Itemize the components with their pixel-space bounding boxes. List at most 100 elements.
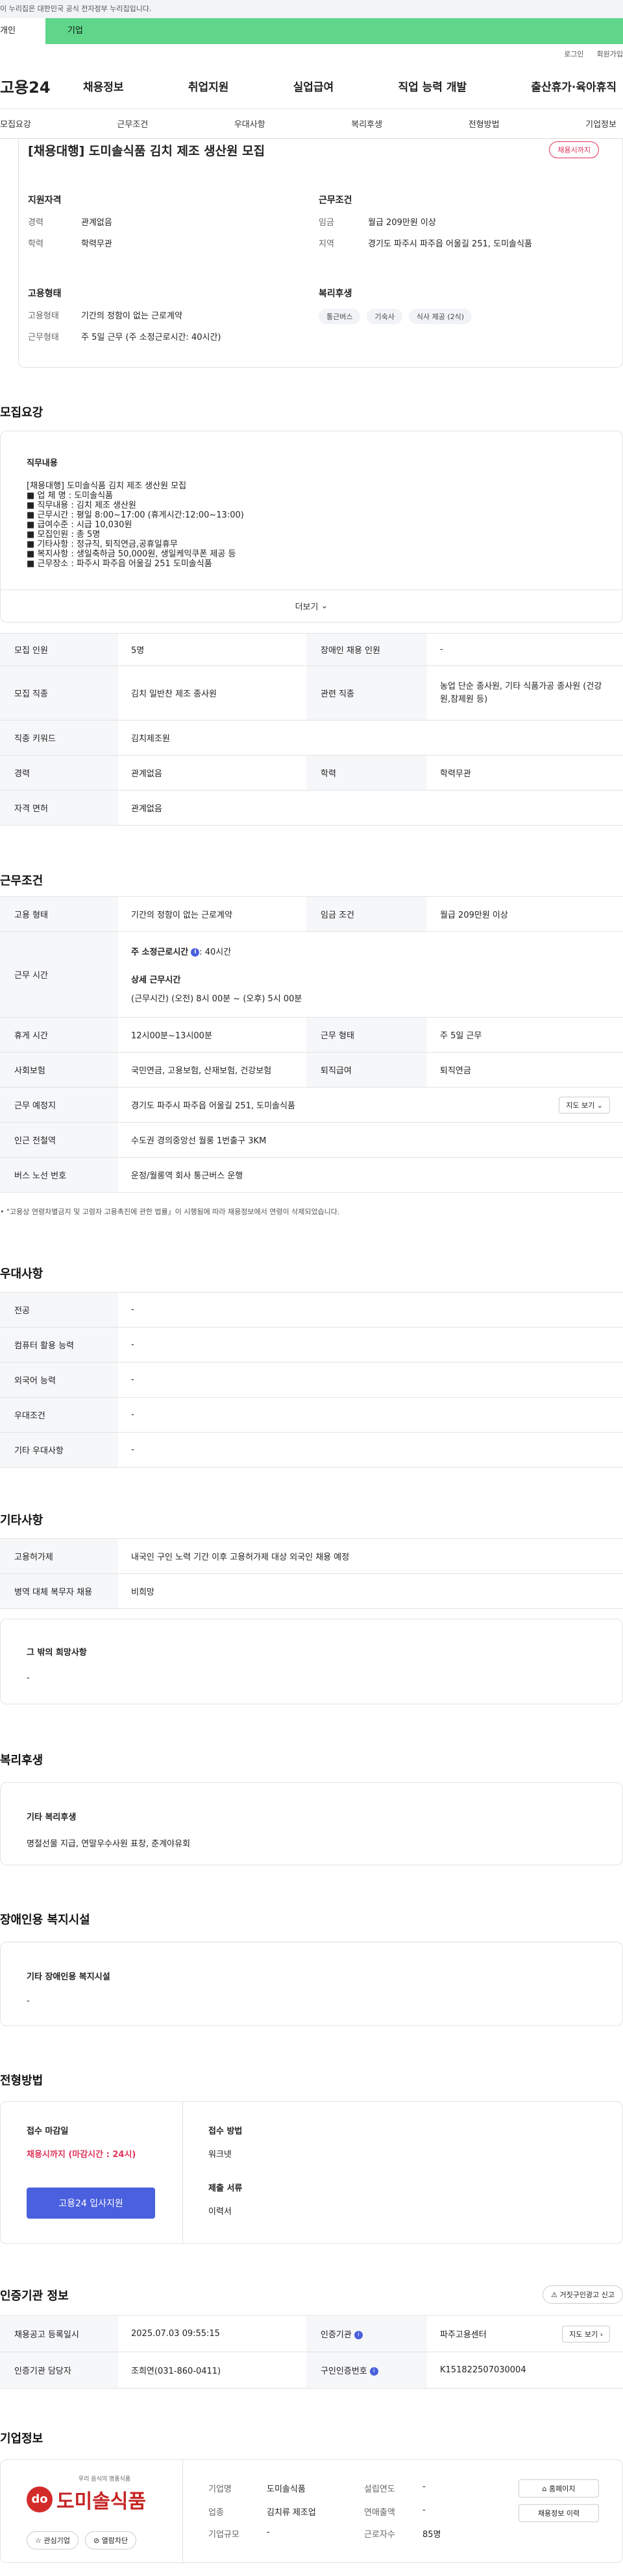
table-value: 5명 bbox=[118, 633, 306, 666]
auth-number-label: 구인인증번호 bbox=[321, 2367, 367, 2376]
tab-personal[interactable]: 개인 bbox=[0, 18, 45, 44]
table-value: K151822507030004 bbox=[427, 2352, 623, 2389]
table-value: 운정/월롱역 회사 통근버스 운행 bbox=[118, 1157, 623, 1193]
table-value: - bbox=[118, 1397, 623, 1433]
table-key: 인증기관 담당자 bbox=[0, 2352, 118, 2389]
description-line: ■ 업 체 명 : 도미솔식품 bbox=[27, 491, 114, 501]
employment-heading: 고용형태 bbox=[28, 289, 62, 299]
more-button[interactable]: 더보기 ⌄ bbox=[1, 590, 622, 622]
user-type-tabs: 개인 기업 bbox=[0, 18, 623, 44]
table-value: - bbox=[118, 1432, 623, 1468]
interest-label: 관심기업 bbox=[43, 2536, 70, 2545]
welfare-tag: 통근버스 bbox=[319, 309, 361, 324]
anchor-company[interactable]: 기업정보 bbox=[585, 117, 617, 130]
deadline-value: 채용시까지 (마감시간 : 24시) bbox=[27, 2150, 136, 2160]
company-name-value: 도미솔식품 bbox=[267, 2485, 306, 2494]
founded-key: 설립연도 bbox=[364, 2485, 395, 2494]
disabled-facility-value: - bbox=[27, 1996, 30, 2006]
gnb-item-jobs[interactable]: 채용정보 bbox=[83, 78, 124, 94]
apply-button[interactable]: 고용24 입사지원 bbox=[27, 2188, 155, 2219]
gnb-item-unemployment[interactable]: 실업급여 bbox=[293, 78, 334, 94]
welfare-tag: 식사 제공 (2식) bbox=[408, 309, 472, 324]
block-view-button[interactable]: ⊘ 열람차단 bbox=[84, 2531, 137, 2549]
cond-key: 지역 bbox=[319, 239, 334, 249]
summary-qualification: 지원자격 경력 관계없음 학력 학력무관 bbox=[28, 193, 319, 258]
other-wishes-heading: 그 밖의 희망사항 bbox=[27, 1648, 87, 1658]
table-row: 근무 예정지 경기도 파주시 파주읍 어울길 251, 도미솔식품 지도 보기 … bbox=[0, 1087, 623, 1123]
table-key: 근무 형태 bbox=[306, 1017, 427, 1053]
table-key: 근무 예정지 bbox=[0, 1087, 118, 1123]
qualification-heading: 지원자격 bbox=[28, 195, 62, 206]
anchor-welfare[interactable]: 복리후생 bbox=[351, 117, 382, 130]
info-icon[interactable]: i bbox=[369, 2367, 378, 2376]
table-row: 인증기관 담당자 조희연(031-860-0411) 구인인증번호 i K1518… bbox=[0, 2352, 623, 2389]
revenue-value: - bbox=[422, 2505, 426, 2515]
table-row: 사회보험 국민연금, 고용보험, 산재보험, 건강보험 퇴직급여 퇴직연금 bbox=[0, 1052, 623, 1088]
table-value: 2025.07.03 09:55:15 bbox=[118, 2315, 306, 2352]
table-key: 인증기관 i bbox=[306, 2315, 427, 2352]
summary-conditions: 근무조건 임금 월급 209만원 이상 지역 경기도 파주시 파주읍 어울길 251… bbox=[319, 193, 622, 258]
table-key: 병역 대체 복무자 채용 bbox=[0, 1573, 118, 1609]
etc-table: 고용허가제 내국인 구인 노력 기간 이후 고용허가제 대상 외국인 채용 예정 … bbox=[0, 1538, 623, 1609]
table-value: 월급 209만원 이상 bbox=[427, 896, 623, 932]
gov-banner: 이 누리집은 대한민국 공식 전자정부 누리집입니다. bbox=[0, 0, 623, 18]
revenue-key: 연매출액 bbox=[364, 2508, 395, 2518]
homepage-button[interactable]: ⌂ 홈페이지 bbox=[519, 2479, 599, 2498]
map-view-button[interactable]: 지도 보기 ⌄ bbox=[559, 1096, 610, 1114]
gnb-item-parental-leave[interactable]: 출산휴가·육아휴직 bbox=[531, 78, 617, 94]
employees-value: 85명 bbox=[422, 2530, 441, 2540]
hours-detail-title: 상세 근무시간 bbox=[131, 975, 181, 985]
gov-banner-text: 이 누리집은 대한민국 공식 전자정부 누리집입니다. bbox=[0, 5, 152, 13]
table-key: 장애인 채용 인원 bbox=[306, 633, 427, 666]
table-key: 우대조건 bbox=[0, 1397, 118, 1433]
tab-company[interactable]: 기업 bbox=[45, 18, 623, 44]
table-value: 비희망 bbox=[118, 1573, 623, 1609]
industry-value: 김치류 제조업 bbox=[267, 2508, 316, 2518]
table-key: 고용 형태 bbox=[0, 896, 118, 932]
table-row: 버스 노선 번호 운정/월롱역 회사 통근버스 운행 bbox=[0, 1157, 623, 1193]
anchor-recruit[interactable]: 모집요강 bbox=[0, 117, 31, 130]
weekly-hours-value: : 40시간 bbox=[199, 948, 232, 957]
table-key: 임금 조건 bbox=[306, 896, 427, 932]
site-logo[interactable]: 고용24 bbox=[0, 75, 83, 97]
job-summary-card: [채용대행] 도미솔식품 김치 제조 생산원 모집 채용시까지 지원자격 경력 관… bbox=[18, 139, 623, 368]
anchor-preference[interactable]: 우대사항 bbox=[234, 117, 265, 130]
table-row: 모집 인원 5명 장애인 채용 인원 - bbox=[0, 633, 623, 666]
company-logo-mark-icon: do bbox=[27, 2487, 53, 2512]
table-value: 수도권 경의중앙선 월롱 1번출구 3KM bbox=[118, 1122, 623, 1158]
table-row: 휴게 시간 12시00분~13시00분 근무 형태 주 5일 근무 bbox=[0, 1017, 623, 1053]
selection-card: 접수 마감일 채용시까지 (마감시간 : 24시) 고용24 입사지원 접수 방… bbox=[0, 2101, 623, 2245]
gnb-item-training[interactable]: 직업 능력 개발 bbox=[398, 78, 467, 94]
report-button-label: 거짓구인광고 신고 bbox=[559, 2291, 615, 2299]
join-link[interactable]: 회원가입 bbox=[597, 49, 623, 59]
info-icon[interactable]: i bbox=[191, 948, 200, 957]
gnb-item-employment-support[interactable]: 취업지원 bbox=[188, 78, 229, 94]
apply-method-heading: 접수 방법 bbox=[208, 2127, 243, 2136]
anchor-conditions[interactable]: 근무조건 bbox=[117, 117, 148, 130]
anchor-selection[interactable]: 전형방법 bbox=[469, 117, 500, 130]
job-description-card: 직무내용 [채용대행] 도미솔식품 김치 제조 생산원 모집 ■ 업 체 명 :… bbox=[0, 431, 623, 623]
section-title-recruit: 모집요강 bbox=[0, 406, 43, 420]
table-value: 경기도 파주시 파주읍 어울길 251, 도미솔식품 bbox=[131, 1101, 295, 1111]
documents-value: 이력서 bbox=[208, 2207, 232, 2217]
section-title-cert: 인증기관 정보 bbox=[0, 2289, 69, 2303]
table-value: 관계없음 bbox=[118, 790, 623, 826]
table-key: 컴퓨터 활용 능력 bbox=[0, 1327, 118, 1363]
report-fake-ad-button[interactable]: ⚠ 거짓구인광고 신고 bbox=[543, 2285, 623, 2304]
info-icon[interactable]: i bbox=[354, 2331, 363, 2339]
emp-value: 주 5일 근무 (주 소정근로시간: 40시간) bbox=[81, 333, 221, 342]
recruit-table: 모집 인원 5명 장애인 채용 인원 - 모집 직종 김치 일반찬 제조 종사원… bbox=[0, 633, 623, 826]
interest-company-button[interactable]: ☆ 관심기업 bbox=[27, 2531, 79, 2549]
qual-value: 학력무관 bbox=[81, 239, 112, 249]
preference-table: 전공 - 컴퓨터 활용 능력 - 외국어 능력 - 우대조건 - 기타 우대사항 - bbox=[0, 1292, 623, 1468]
age-notice: • "고용상 연령차별금지 및 고령자 고용촉진에 관한 법률」이 시행됨에 따… bbox=[0, 1208, 340, 1216]
weekly-hours-label: 주 소정근로시간 bbox=[131, 948, 189, 957]
description-line: ■ 근무장소 : 파주시 파주읍 어울길 251 도미솔식품 bbox=[27, 559, 212, 569]
employees-key: 근로자수 bbox=[364, 2530, 395, 2540]
qual-key: 경력 bbox=[28, 218, 43, 228]
map-view-button[interactable]: 지도 보기 › bbox=[562, 2325, 610, 2343]
login-link[interactable]: 로그인 bbox=[564, 49, 583, 59]
emp-key: 근무형태 bbox=[28, 333, 59, 342]
company-logo-name: 도미솔식품 bbox=[56, 2490, 146, 2513]
recruit-history-button[interactable]: 채용정보 이력 bbox=[519, 2504, 599, 2522]
